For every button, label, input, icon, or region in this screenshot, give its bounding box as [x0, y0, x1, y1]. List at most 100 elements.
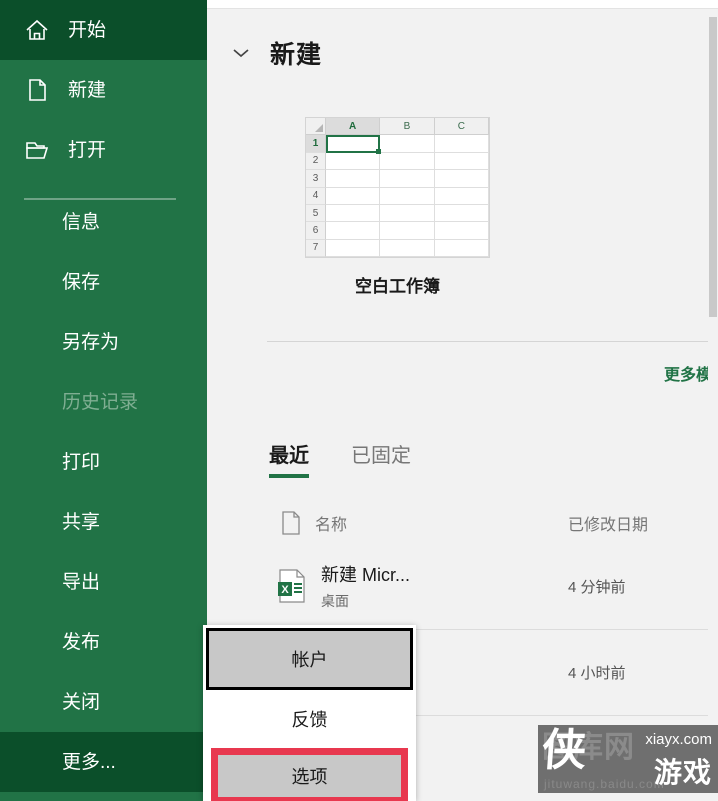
sidebar-item-label: 开始: [68, 19, 107, 41]
sidebar-item-save[interactable]: 保存: [0, 252, 207, 312]
page-icon: [24, 77, 50, 103]
cell-a6: [326, 222, 381, 240]
sidebar-item-save-as[interactable]: 另存为: [0, 312, 207, 372]
sidebar-item-share[interactable]: 共享: [0, 492, 207, 552]
scrollbar-thumb[interactable]: [709, 17, 717, 317]
column-header-name: 名称: [315, 517, 348, 534]
menu-item-label: 反馈: [291, 710, 328, 730]
cell-b7: [380, 239, 435, 257]
chevron-down-icon[interactable]: [230, 42, 252, 64]
worksheet-thumbnail: A B C 1 2 3 4 5 6 7: [305, 117, 490, 258]
sidebar-item-label: 关闭: [62, 691, 101, 713]
sidebar-item-close[interactable]: 关闭: [0, 672, 207, 732]
excel-backstage-window: 开始 新建 打开 信息 保存 另存为 历史记录 打印 共享 导出 发布 关闭 更…: [0, 0, 718, 801]
template-blank-workbook[interactable]: A B C 1 2 3 4 5 6 7 空白工作簿: [305, 117, 490, 297]
cell-c5: [434, 204, 489, 223]
sidebar-item-label: 信息: [62, 211, 101, 233]
row-header-1: 1: [306, 135, 326, 153]
sidebar-item-label: 另存为: [62, 331, 120, 353]
tab-label: 已固定: [351, 445, 411, 467]
folder-icon: [24, 137, 50, 163]
watermark: 图库网 jituwang.baidu.com 侠 xiayx.com 游戏: [538, 725, 718, 793]
sidebar-item-label: 打印: [62, 451, 101, 473]
home-icon: [24, 17, 50, 43]
selected-cell-a1: [326, 135, 382, 155]
sidebar-item-label: 更多...: [62, 751, 116, 773]
row-header-5: 5: [306, 204, 326, 223]
new-section-header[interactable]: 新建: [230, 35, 322, 71]
sidebar-item-publish[interactable]: 发布: [0, 612, 207, 672]
sidebar-item-history: 历史记录: [0, 372, 207, 432]
sidebar-item-info[interactable]: 信息: [0, 192, 207, 252]
cell-b2: [380, 152, 435, 171]
cell-c4: [434, 187, 489, 205]
cell-c3: [434, 170, 489, 188]
file-modified: 4 分钟前: [568, 578, 626, 596]
menu-item-feedback[interactable]: 反馈: [203, 690, 416, 748]
recent-tabs: 最近 已固定: [269, 439, 411, 478]
sidebar-item-home[interactable]: 开始: [0, 0, 207, 60]
cell-a4: [326, 187, 381, 205]
sidebar-item-label: 打开: [68, 139, 107, 161]
menu-item-label: 选项: [291, 767, 328, 787]
cell-b5: [380, 204, 435, 223]
sidebar-item-new[interactable]: 新建: [0, 60, 207, 120]
watermark-ghost-text-2: jituwang.baidu.com: [544, 777, 665, 791]
cell-c6: [434, 222, 489, 240]
file-name: 新建 Micr...: [321, 565, 410, 585]
watermark-site-url: xiayx.com: [645, 731, 712, 748]
table-row[interactable]: X 新建 Micr... 桌面 4 分钟前: [269, 551, 718, 621]
menu-item-account[interactable]: 帐户: [206, 628, 413, 690]
row-header-3: 3: [306, 170, 326, 188]
backstage-sidebar: 开始 新建 打开 信息 保存 另存为 历史记录 打印 共享 导出 发布 关闭 更…: [0, 0, 207, 801]
tab-label: 最近: [269, 445, 309, 467]
sidebar-item-export[interactable]: 导出: [0, 552, 207, 612]
column-header-c: C: [434, 118, 489, 136]
column-header-modified: 已修改日期: [568, 517, 649, 534]
file-list-header: 名称 已修改日期: [269, 503, 718, 543]
sidebar-item-label: 新建: [68, 79, 107, 101]
sidebar-item-label: 保存: [62, 271, 101, 293]
sidebar-item-label: 发布: [62, 631, 101, 653]
cell-b6: [380, 222, 435, 240]
file-modified: 4 小时前: [568, 664, 626, 682]
file-location: 桌面: [321, 593, 349, 609]
sidebar-item-more[interactable]: 更多...: [0, 732, 207, 792]
page-title: 新建: [270, 41, 323, 69]
sidebar-item-label: 历史记录: [62, 391, 139, 413]
menu-item-label: 帐户: [291, 650, 328, 670]
row-header-4: 4: [306, 187, 326, 205]
cell-a5: [326, 204, 381, 223]
column-header-a: A: [326, 118, 381, 136]
row-header-2: 2: [306, 152, 326, 171]
menu-item-options[interactable]: 选项: [211, 748, 408, 801]
template-label: 空白工作簿: [355, 277, 440, 296]
cell-c1: [434, 135, 489, 153]
section-divider: [267, 341, 718, 342]
cell-b1: [380, 135, 435, 153]
cell-c7: [434, 239, 489, 257]
sidebar-item-label: 共享: [62, 511, 101, 533]
excel-file-icon: X: [269, 569, 315, 603]
svg-text:X: X: [281, 584, 289, 596]
cell-a3: [326, 170, 381, 188]
watermark-logo-main: 侠: [540, 726, 588, 775]
vertical-scrollbar[interactable]: [708, 17, 718, 801]
sidebar-item-label: 导出: [62, 571, 101, 593]
window-top-strip: [207, 0, 718, 8]
cell-c2: [434, 152, 489, 171]
sidebar-item-open[interactable]: 打开: [0, 120, 207, 180]
sidebar-item-print[interactable]: 打印: [0, 432, 207, 492]
document-icon: [269, 511, 315, 535]
watermark-logo-sub: 游戏: [653, 757, 712, 788]
cell-a2: [326, 152, 381, 171]
cell-a7: [326, 239, 381, 257]
cell-b4: [380, 187, 435, 205]
tab-pinned[interactable]: 已固定: [351, 439, 411, 478]
file-info: 新建 Micr... 桌面: [315, 561, 568, 611]
cell-b3: [380, 170, 435, 188]
select-all-corner-icon: [306, 118, 326, 136]
tab-recent[interactable]: 最近: [269, 439, 309, 478]
row-header-6: 6: [306, 222, 326, 240]
more-options-popup-menu: 帐户 反馈 选项: [203, 625, 416, 801]
